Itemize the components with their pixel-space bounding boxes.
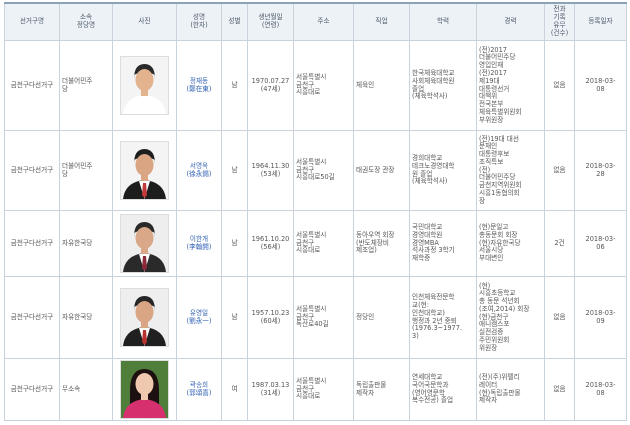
education-cell: 한국체육대학교 사회체육대학원 졸업 (체육학석사): [409, 40, 477, 131]
candidate-name-link[interactable]: 정재동 (鄭在東): [187, 77, 212, 93]
name-cell: 유영일 (劉永一): [176, 276, 222, 359]
candidate-photo[interactable]: [120, 360, 169, 419]
portrait-icon: [121, 142, 168, 199]
candidate-name-link[interactable]: 서명옥 (徐永錫): [187, 162, 212, 178]
district-cell: 금천구다선거구: [4, 210, 60, 277]
name-cell: 정재동 (鄭在東): [176, 40, 222, 131]
gender-cell: 남: [221, 210, 248, 277]
candidate-photo[interactable]: [120, 141, 169, 200]
education-cell: 연세대학교 국어국문학과 (영어영문학 복수전공) 졸업: [409, 358, 477, 421]
party-cell: 자유한국당: [59, 210, 113, 277]
career-cell: (현)문일고 총동문회 회장 (현)자유한국당 서울시당 부대변인: [476, 210, 545, 277]
name-cell: 서명옥 (徐永錫): [176, 130, 222, 211]
address-cell: 서울특별시 금천구 시흥대로50길: [293, 130, 354, 211]
district-cell: 금천구다선거구: [4, 40, 60, 131]
career-cell: (전)2017 더불어민주당 영입인재 (전)2017 제19대 대통령선거 대책위 전국본부…: [476, 40, 545, 131]
table-row: 금천구다선거구 무소속 곽송희 (郭頌喜) 여 1987.03.13 (31세) 서…: [4, 358, 627, 421]
gender-cell: 남: [221, 130, 248, 211]
header-photo: 사진: [112, 2, 177, 41]
header-party: 소속 정당명: [59, 2, 113, 41]
record-cell: 없음: [544, 130, 575, 211]
header-address: 주소: [293, 2, 354, 41]
table-row: 금천구다선거구 자유한국당 이한개 (李翰開) 남 1961.10.20 (56세)…: [4, 210, 627, 277]
header-name: 성명 (한자): [176, 2, 222, 41]
candidate-table: 선거구명 소속 정당명 사진 성명 (한자) 성별 생년월일 (연령) 주소 직업 학…: [4, 2, 627, 421]
header-record: 전과 기록 유무 (건수): [544, 2, 575, 41]
party-cell: 자유한국당: [59, 276, 113, 359]
photo-cell: [112, 276, 177, 359]
birth-cell: 1970.07.27 (47세): [247, 40, 294, 131]
regdate-cell: 2018-03- 08: [574, 358, 627, 421]
education-cell: 국민대학교 경영대학원 경영MBA 석사과정 3학기 재학중: [409, 210, 477, 277]
name-cell: 곽송희 (郭頌喜): [176, 358, 222, 421]
job-cell: 태권도장 관장: [353, 130, 410, 211]
regdate-cell: 2018-03- 09: [574, 276, 627, 359]
job-cell: 체육인: [353, 40, 410, 131]
table-row: 금천구다선거구 자유한국당 유영일 (劉永一) 남 1957.10.23 (60세)…: [4, 276, 627, 359]
career-cell: (전)19대 대선 문재인 대통령후보 조직특보 (전) 더불어민주당 금천지역위원회 시흥1…: [476, 130, 545, 211]
candidate-name-link[interactable]: 유영일 (劉永一): [187, 309, 212, 325]
record-cell: 2건: [544, 210, 575, 277]
candidate-photo[interactable]: [120, 56, 169, 115]
job-cell: 독립출판물 제작자: [353, 358, 410, 421]
address-cell: 서울특별시 금천구 시흥대로: [293, 40, 354, 131]
portrait-icon: [121, 215, 168, 272]
gender-cell: 여: [221, 358, 248, 421]
candidate-photo[interactable]: [120, 214, 169, 273]
address-cell: 서울특별시 금천구 시흥대로: [293, 210, 354, 277]
record-cell: 없음: [544, 40, 575, 131]
birth-cell: 1957.10.23 (60세): [247, 276, 294, 359]
table-body: 금천구다선거구 더불어민주 당 정재동 (鄭在東) 남 1970.07.27 (47세…: [4, 40, 627, 421]
party-cell: 더불어민주 당: [59, 40, 113, 131]
header-regdate: 등록일자: [574, 2, 627, 41]
district-cell: 금천구다선거구: [4, 276, 60, 359]
regdate-cell: 2018-03- 08: [574, 40, 627, 131]
party-cell: 무소속: [59, 358, 113, 421]
portrait-icon: [121, 289, 168, 346]
career-cell: (전)(주)위펠리 레이터 (현)독립출판물 제작자: [476, 358, 545, 421]
header-birth: 생년월일 (연령): [247, 2, 294, 41]
name-cell: 이한개 (李翰開): [176, 210, 222, 277]
district-cell: 금천구다선거구: [4, 358, 60, 421]
portrait-icon: [121, 57, 168, 114]
header-job: 직업: [353, 2, 410, 41]
candidate-name-link[interactable]: 곽송희 (郭頌喜): [187, 381, 212, 397]
education-cell: 인천체육전문학 교(현: 인천대학교) 행정과 2년 중퇴 (1976.3~1977. 3…: [409, 276, 477, 359]
header-district: 선거구명: [4, 2, 60, 41]
header-education: 학력: [409, 2, 477, 41]
candidate-name-link[interactable]: 이한개 (李翰開): [187, 235, 212, 251]
job-cell: 동아우역 회장 (반도체장비 제조업): [353, 210, 410, 277]
table-header: 선거구명 소속 정당명 사진 성명 (한자) 성별 생년월일 (연령) 주소 직업 학…: [4, 2, 627, 41]
table-row: 금천구다선거구 더불어민주 당 서명옥 (徐永錫) 남 1964.11.30 (53세…: [4, 130, 627, 211]
regdate-cell: 2018-03- 06: [574, 210, 627, 277]
portrait-icon: [121, 361, 168, 418]
photo-cell: [112, 210, 177, 277]
record-cell: 없음: [544, 276, 575, 359]
birth-cell: 1987.03.13 (31세): [247, 358, 294, 421]
birth-cell: 1961.10.20 (56세): [247, 210, 294, 277]
address-cell: 서울특별시 금천구 독산로40길: [293, 276, 354, 359]
district-cell: 금천구다선거구: [4, 130, 60, 211]
table-row: 금천구다선거구 더불어민주 당 정재동 (鄭在東) 남 1970.07.27 (47세…: [4, 40, 627, 131]
job-cell: 정당인: [353, 276, 410, 359]
party-cell: 더불어민주 당: [59, 130, 113, 211]
candidate-list-page: 선거구명 소속 정당명 사진 성명 (한자) 성별 생년월일 (연령) 주소 직업 학…: [0, 0, 630, 425]
regdate-cell: 2018-03- 28: [574, 130, 627, 211]
candidate-photo[interactable]: [120, 288, 169, 347]
education-cell: 경희대학교 테크노경영대학 원 졸업 (체육학석사): [409, 130, 477, 211]
record-cell: 없음: [544, 358, 575, 421]
career-cell: (현) 시흥초등학교 총 동문 석년회 (조여,2014) 회장 (현)금천구 애니캠스포…: [476, 276, 545, 359]
address-cell: 서울특별시 금천구 시흥대로: [293, 358, 354, 421]
header-career: 경력: [476, 2, 545, 41]
gender-cell: 남: [221, 276, 248, 359]
gender-cell: 남: [221, 40, 248, 131]
photo-cell: [112, 358, 177, 421]
birth-cell: 1964.11.30 (53세): [247, 130, 294, 211]
header-gender: 성별: [221, 2, 248, 41]
photo-cell: [112, 130, 177, 211]
photo-cell: [112, 40, 177, 131]
